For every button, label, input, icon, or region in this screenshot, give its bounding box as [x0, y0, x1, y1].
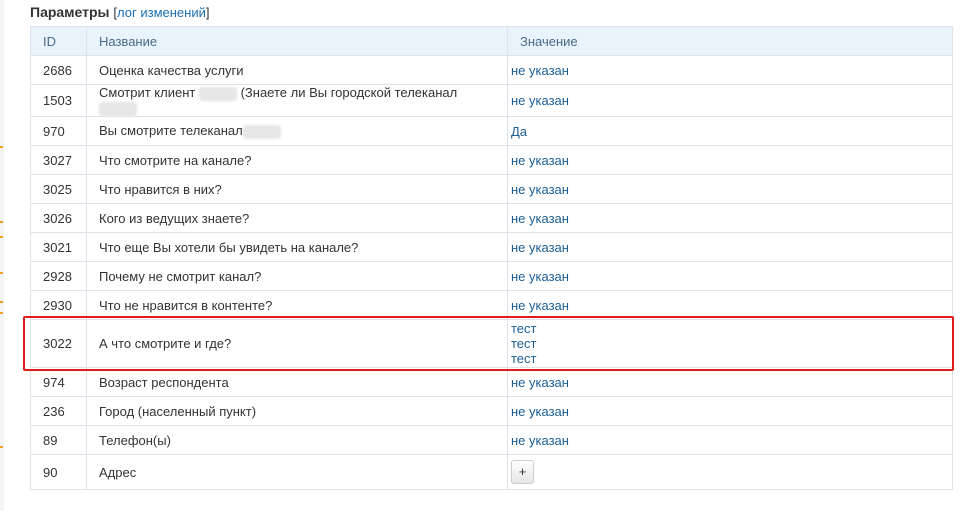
- row-value[interactable]: не указан: [507, 55, 953, 85]
- row-id: 89: [30, 425, 87, 456]
- change-log-link[interactable]: лог изменений: [117, 5, 206, 20]
- row-value[interactable]: не указан: [507, 261, 953, 292]
- add-value-button[interactable]: +: [511, 460, 534, 485]
- row-value-line: тест: [511, 351, 537, 367]
- row-id: 970: [30, 116, 87, 147]
- row-id: 3021: [30, 232, 87, 263]
- row-value[interactable]: не указан: [507, 425, 953, 456]
- redacted-text: [242, 124, 281, 139]
- row-id: 2686: [30, 55, 87, 85]
- table-row: 89 Телефон(ы) не указан: [30, 425, 953, 456]
- row-value[interactable]: не указан: [507, 203, 953, 234]
- row-value[interactable]: не указан: [507, 174, 953, 205]
- row-id: 1503: [30, 83, 87, 118]
- table-row: 2928 Почему не смотрит канал? не указан: [30, 261, 953, 292]
- row-name: Почему не смотрит канал?: [86, 261, 508, 292]
- row-name: Возраст респондента: [86, 367, 508, 398]
- table-row: 3026 Кого из ведущих знаете? не указан: [30, 203, 953, 234]
- table-row: 974 Возраст респондента не указан: [30, 367, 953, 398]
- table-header-row: ID Название Значение: [30, 26, 953, 56]
- row-name: Телефон(ы): [86, 425, 508, 456]
- column-header-name[interactable]: Название: [86, 26, 508, 56]
- row-name: Что не нравится в контенте?: [86, 290, 508, 321]
- column-header-value[interactable]: Значение: [507, 26, 953, 56]
- row-name-part: (Знаете ли Вы городской телеканал: [240, 85, 458, 100]
- row-id: 236: [30, 396, 87, 427]
- table-row: 3027 Что смотрите на канале? не указан: [30, 145, 953, 176]
- edge-marker: [0, 272, 3, 274]
- row-name: Кого из ведущих знаете?: [86, 203, 508, 234]
- edge-marker: [0, 221, 3, 223]
- row-name: Вы смотрите телеканал: [86, 116, 508, 147]
- table-row: 3025 Что нравится в них? не указан: [30, 174, 953, 205]
- redacted-text: [99, 102, 137, 117]
- row-name: Что смотрите на канале?: [86, 145, 508, 176]
- row-name: Оценка качества услуги: [86, 55, 508, 85]
- row-id: 3025: [30, 174, 87, 205]
- row-id: 3027: [30, 145, 87, 176]
- row-value-line: тест: [511, 336, 537, 352]
- row-name: Адрес: [86, 454, 508, 491]
- row-value[interactable]: не указан: [507, 290, 953, 321]
- bracket-close: ]: [205, 5, 210, 20]
- table-row-highlighted: 3022 А что смотрите и где? тест тест тес…: [30, 319, 953, 369]
- table-row: 3021 Что еще Вы хотели бы увидеть на кан…: [30, 232, 953, 263]
- table-row: 970 Вы смотрите телеканал Да: [30, 116, 953, 147]
- edge-marker: [0, 236, 3, 238]
- row-name: Что еще Вы хотели бы увидеть на канале?: [86, 232, 508, 263]
- edge-marker: [0, 446, 3, 448]
- row-id: 90: [30, 454, 87, 491]
- row-value-line: тест: [511, 321, 537, 337]
- table-row: 236 Город (населенный пункт) не указан: [30, 396, 953, 427]
- parameters-panel: Параметры [лог изменений] ID Название Зн…: [30, 0, 953, 491]
- table-row: 2686 Оценка качества услуги не указан: [30, 55, 953, 85]
- row-value-multi[interactable]: тест тест тест: [507, 319, 953, 369]
- parameters-table: ID Название Значение 2686 Оценка качеств…: [30, 26, 953, 491]
- row-id: 2928: [30, 261, 87, 292]
- row-name: Что нравится в них?: [86, 174, 508, 205]
- row-name-part: Вы смотрите телеканал: [99, 123, 243, 139]
- section-title: Параметры: [30, 4, 110, 20]
- row-id: 3026: [30, 203, 87, 234]
- table-row: 90 Адрес +: [30, 454, 953, 491]
- row-value[interactable]: не указан: [507, 396, 953, 427]
- redacted-text: [198, 86, 237, 101]
- column-header-id[interactable]: ID: [30, 26, 87, 56]
- row-value[interactable]: не указан: [507, 145, 953, 176]
- edge-marker: [0, 146, 3, 148]
- row-id: 3022: [30, 319, 87, 369]
- table-row: 1503 Смотрит клиент (Знаете ли Вы городс…: [30, 83, 953, 118]
- row-name-part: Смотрит клиент: [99, 85, 196, 100]
- row-value[interactable]: не указан: [507, 367, 953, 398]
- row-value[interactable]: не указан: [507, 232, 953, 263]
- parameters-heading: Параметры [лог изменений]: [30, 0, 953, 26]
- row-name: Город (населенный пункт): [86, 396, 508, 427]
- row-id: 2930: [30, 290, 87, 321]
- edge-marker: [0, 301, 3, 303]
- table-row: 2930 Что не нравится в контенте? не указ…: [30, 290, 953, 321]
- row-value[interactable]: Да: [507, 116, 953, 147]
- row-value: +: [507, 454, 953, 491]
- page-left-edge: [0, 0, 4, 511]
- edge-marker: [0, 312, 3, 314]
- row-value[interactable]: не указан: [507, 83, 953, 118]
- row-name: А что смотрите и где?: [86, 319, 508, 369]
- row-id: 974: [30, 367, 87, 398]
- row-name: Смотрит клиент (Знаете ли Вы городской т…: [86, 83, 508, 118]
